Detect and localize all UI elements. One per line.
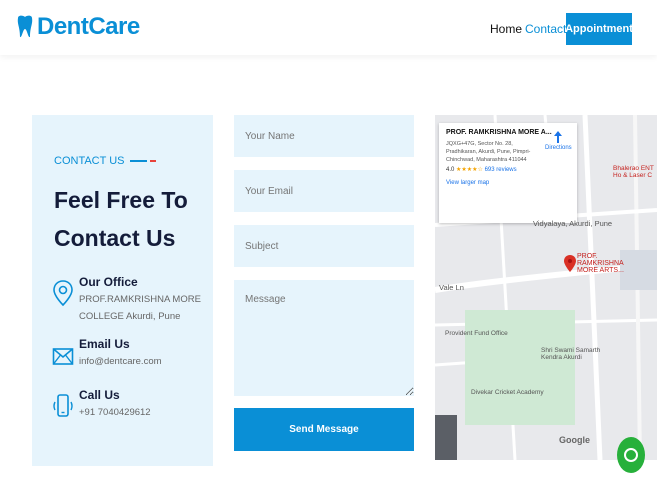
map-label-cricket: Divekar Cricket Academy <box>471 389 544 396</box>
embedded-map[interactable]: PROF. RAMKRISHNA MORE A... JQXG+47G, Sec… <box>435 115 657 460</box>
location-pin-icon <box>53 280 73 307</box>
email-title: Email Us <box>79 337 130 351</box>
navbar: DentCare Home Contact Appointment <box>0 0 657 55</box>
call-item: Call Us +91 7040429612 <box>52 388 151 421</box>
nav-contact-link[interactable]: Contact <box>525 22 566 36</box>
place-address: JQXG+47G, Sector No. 28, Pradhikaran, Ak… <box>446 141 531 163</box>
office-line-2: COLLEGE Akurdi, Pune <box>79 311 181 322</box>
map-label-marker: PROF. RAMKRISHNA MORE ARTS... <box>577 253 624 274</box>
subject-input[interactable] <box>234 225 414 267</box>
section-eyebrow: CONTACT US <box>54 155 156 167</box>
email-value[interactable]: info@dentcare.com <box>79 353 162 370</box>
directions-icon <box>554 131 563 143</box>
appointment-button[interactable]: Appointment <box>565 13 633 45</box>
office-title: Our Office <box>79 275 138 289</box>
office-item: Our Office PROF.RAMKRISHNA MORE COLLEGE … <box>52 275 201 325</box>
name-input[interactable] <box>234 115 414 157</box>
email-item: Email Us info@dentcare.com <box>52 337 162 370</box>
eyebrow-dash-accent <box>149 160 156 162</box>
chat-widget-button[interactable] <box>617 437 645 473</box>
call-value[interactable]: +91 7040429612 <box>79 404 151 421</box>
send-message-button[interactable]: Send Message <box>234 408 414 451</box>
reviews-link[interactable]: 693 reviews <box>485 167 517 173</box>
envelope-icon <box>52 348 74 365</box>
map-label-vale: Vale Ln <box>439 283 464 292</box>
view-larger-map-link[interactable]: View larger map <box>446 180 570 186</box>
chat-bubble-icon <box>624 448 638 462</box>
map-label-akurdi: Vidyalaya, Akurdi, Pune <box>533 219 613 228</box>
eyebrow-text: CONTACT US <box>54 155 125 167</box>
message-input[interactable] <box>234 280 414 396</box>
email-input[interactable] <box>234 170 414 212</box>
directions-label: Directions <box>545 145 572 151</box>
nav-home-link[interactable]: Home <box>490 22 522 36</box>
rating-stars: ★★★★☆ <box>456 167 483 173</box>
brand-logo[interactable]: DentCare <box>16 13 140 41</box>
place-rating: 4.0 ★★★★☆ 693 reviews <box>446 166 570 173</box>
map-label-pf-office: Provident Fund Office <box>445 330 508 337</box>
map-label-samarth: Shri Swami Samarth Kendra Akurdi <box>541 347 601 361</box>
brand-name: DentCare <box>37 13 140 40</box>
call-title: Call Us <box>79 388 120 402</box>
contact-info-card: CONTACT US Feel Free To Contact Us Our O… <box>32 115 213 466</box>
location-marker-icon <box>564 255 576 272</box>
office-line-1: PROF.RAMKRISHNA MORE <box>79 294 201 305</box>
map-label-bhalerao: Bhalerao ENT Ho & Laser C <box>613 165 654 179</box>
section-heading: Feel Free To Contact Us <box>54 187 188 251</box>
directions-button[interactable]: Directions <box>545 131 572 151</box>
tooth-icon <box>17 15 33 38</box>
place-info-card: PROF. RAMKRISHNA MORE A... JQXG+47G, Sec… <box>439 123 577 223</box>
google-logo: Google <box>559 435 590 445</box>
eyebrow-dash <box>129 160 147 162</box>
phone-icon <box>53 394 73 417</box>
rating-value: 4.0 <box>446 167 455 173</box>
